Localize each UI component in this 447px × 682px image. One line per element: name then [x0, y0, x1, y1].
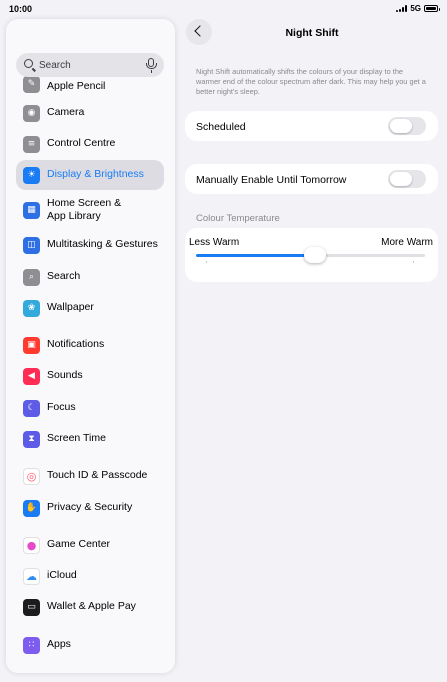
battery-icon	[424, 5, 440, 12]
more-warm-label: More Warm	[381, 237, 433, 248]
status-bar: 10:00 5G	[0, 0, 447, 18]
colour-temperature-card: Less Warm More Warm	[185, 228, 438, 282]
sidebar-item-label: Search	[47, 270, 81, 283]
slider-tick	[413, 261, 414, 263]
toggle-knob	[390, 172, 412, 186]
sidebar-item-label: Home Screen & App Library	[47, 196, 122, 222]
sidebar-item-label: Control Centre	[47, 137, 116, 150]
slider-fill	[196, 254, 315, 257]
sidebar-item-notifications[interactable]: ▣ Notifications	[16, 330, 164, 360]
hand-icon: ✋	[23, 499, 40, 517]
sidebar-item-label: Apple Pencil	[47, 79, 106, 92]
sidebar-item-label: Wallpaper	[47, 301, 94, 314]
toggle-knob	[390, 119, 412, 133]
search-icon	[24, 59, 33, 68]
sidebar-item-search[interactable]: ⌕ Search	[16, 262, 164, 292]
speaker-icon: ◀	[23, 367, 40, 385]
colour-temperature-header: Colour Temperature	[196, 213, 280, 224]
sidebar-item-wallpaper[interactable]: ❀ Wallpaper	[16, 293, 164, 323]
sidebar: Search ✎ Apple Pencil ◉ Camera ≡ Control Cent…	[6, 19, 175, 673]
sidebar-item-icloud[interactable]: ☁ iCloud	[16, 561, 164, 591]
sidebar-item-label: Multitasking & Gestures	[47, 238, 158, 251]
scheduled-label: Scheduled	[196, 121, 246, 133]
manual-enable-row[interactable]: Manually Enable Until Tomorrow	[185, 164, 438, 194]
search-icon: ⌕	[23, 268, 40, 286]
camera-icon: ◉	[23, 104, 40, 122]
sidebar-item-multitasking-and-gestures[interactable]: ◫ Multitasking & Gestures	[16, 230, 164, 260]
scheduled-toggle[interactable]	[388, 117, 426, 135]
sidebar-item-label: Wallet & Apple Pay	[47, 600, 136, 613]
sidebar-item-privacy-and-security[interactable]: ✋ Privacy & Security	[16, 493, 164, 523]
apps-grid-icon: ∷	[23, 636, 40, 654]
cloud-icon: ☁	[23, 567, 40, 585]
network-label: 5G	[410, 4, 421, 13]
manual-enable-toggle[interactable]	[388, 170, 426, 188]
status-time: 10:00	[9, 4, 33, 14]
wallet-icon: ▭	[23, 598, 40, 616]
fingerprint-icon: ◎	[23, 467, 40, 485]
sidebar-item-label: Notifications	[47, 338, 105, 351]
less-warm-label: Less Warm	[189, 237, 240, 248]
manual-enable-label: Manually Enable Until Tomorrow	[196, 174, 347, 186]
sidebar-item-camera[interactable]: ◉ Camera	[16, 98, 164, 128]
hourglass-icon: ⧗	[23, 430, 40, 448]
moon-icon: ☾	[23, 399, 40, 417]
sidebar-item-label: Display & Brightness	[47, 168, 144, 181]
search-placeholder: Search	[39, 60, 71, 71]
search-input[interactable]: Search	[16, 53, 164, 77]
multitasking-icon: ◫	[23, 236, 40, 254]
night-shift-description: Night Shift automatically shifts the col…	[196, 67, 426, 96]
sidebar-item-control-centre[interactable]: ≡ Control Centre	[16, 129, 164, 159]
switches-icon: ≡	[23, 135, 40, 153]
microphone-icon[interactable]	[146, 58, 157, 73]
sidebar-item-screen-time[interactable]: ⧗ Screen Time	[16, 424, 164, 454]
sidebar-item-label: Screen Time	[47, 432, 106, 445]
status-indicators: 5G	[396, 4, 440, 13]
sidebar-item-label: Apps	[47, 638, 71, 651]
sidebar-item-label: Game Center	[47, 538, 111, 551]
sidebar-item-focus[interactable]: ☾ Focus	[16, 393, 164, 423]
flower-icon: ❀	[23, 299, 40, 317]
sidebar-item-label: Privacy & Security	[47, 501, 133, 514]
slider-thumb[interactable]	[303, 247, 326, 263]
sidebar-item-home-screen-and-app-library[interactable]: ▦ Home Screen & App Library	[16, 194, 164, 226]
signal-icon	[396, 5, 408, 12]
sidebar-item-apps[interactable]: ∷ Apps	[16, 630, 164, 660]
scheduled-row[interactable]: Scheduled	[185, 111, 438, 141]
sidebar-item-label: Touch ID & Passcode	[47, 469, 148, 482]
sidebar-item-touch-id-and-passcode[interactable]: ◎ Touch ID & Passcode	[16, 461, 164, 491]
sidebar-item-game-center[interactable]: ● Game Center	[16, 530, 164, 560]
page-title: Night Shift	[285, 27, 339, 39]
sidebar-item-label: Camera	[47, 106, 85, 119]
sidebar-item-wallet-and-apple-pay[interactable]: ▭ Wallet & Apple Pay	[16, 592, 164, 622]
pencil-icon: ✎	[23, 76, 40, 93]
bell-icon: ▣	[23, 336, 40, 354]
game-center-icon: ●	[23, 536, 40, 554]
sun-icon: ☀	[23, 166, 40, 184]
sidebar-item-label: Focus	[47, 401, 76, 414]
slider-tick	[206, 261, 207, 263]
sidebar-item-label: Sounds	[47, 369, 83, 382]
home-screen-icon: ▦	[23, 201, 40, 219]
sidebar-item-sounds[interactable]: ◀ Sounds	[16, 361, 164, 391]
sidebar-item-label: iCloud	[47, 569, 77, 582]
sidebar-item-display-and-brightness[interactable]: ☀ Display & Brightness	[16, 160, 164, 190]
